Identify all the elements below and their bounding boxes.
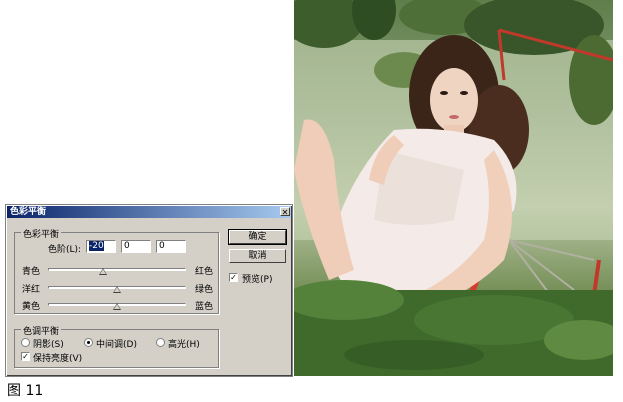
photo-woman-in-garden — [294, 0, 613, 376]
radio-shadows[interactable] — [21, 338, 30, 347]
radio-highlights[interactable] — [156, 338, 165, 347]
photo-illustration — [294, 0, 613, 376]
preserve-luminosity-label[interactable]: 保持亮度(V) — [33, 351, 82, 364]
close-icon[interactable]: ✕ — [280, 207, 290, 217]
level-field-magenta-green[interactable]: 0 — [121, 240, 151, 253]
slider-label-red: 红色 — [195, 267, 214, 277]
radio-highlights-label[interactable]: 高光(H) — [168, 337, 200, 350]
cancel-button[interactable]: 取消 — [229, 249, 286, 263]
figure-caption: 图 11 — [7, 383, 44, 399]
levels-label: 色阶(L): — [48, 245, 82, 255]
color-balance-group: 色彩平衡 色阶(L): -20 0 0 青色 红色 洋红 绿色 黄色 蓝色 — [14, 227, 219, 314]
slider-thumb-magenta-green[interactable] — [113, 286, 121, 293]
slider-thumb-cyan-red[interactable] — [99, 268, 107, 275]
slider-label-green: 绿色 — [195, 285, 214, 295]
preserve-luminosity-checkbox[interactable]: ✓ — [21, 352, 30, 361]
slider-label-magenta: 洋红 — [22, 285, 41, 295]
dialog-titlebar[interactable]: 色彩平衡 ✕ — [7, 206, 291, 218]
radio-shadows-label[interactable]: 阴影(S) — [33, 337, 64, 350]
slider-label-cyan: 青色 — [22, 267, 41, 277]
radio-midtones[interactable] — [84, 338, 93, 347]
preview-label[interactable]: 预览(P) — [242, 272, 272, 285]
preview-checkbox[interactable]: ✓ — [229, 273, 238, 282]
level-field-cyan-red[interactable]: -20 — [86, 240, 116, 253]
slider-label-yellow: 黄色 — [22, 302, 41, 312]
tone-balance-group: 色调平衡 阴影(S) 中间调(D) 高光(H) ✓ 保持亮度(V) — [14, 324, 219, 368]
slider-label-blue: 蓝色 — [195, 302, 214, 312]
level-field-yellow-blue[interactable]: 0 — [156, 240, 186, 253]
color-balance-group-label: 色彩平衡 — [21, 227, 62, 240]
slider-thumb-yellow-blue[interactable] — [113, 303, 121, 310]
dialog-title: 色彩平衡 — [10, 207, 47, 217]
slider-track-cyan-red[interactable] — [48, 268, 186, 271]
tone-balance-group-label: 色调平衡 — [21, 324, 62, 337]
radio-midtones-label[interactable]: 中间调(D) — [96, 337, 137, 350]
ok-button[interactable]: 确定 — [228, 229, 287, 245]
color-balance-dialog: 色彩平衡 ✕ 色彩平衡 色阶(L): -20 0 0 青色 红色 洋红 绿色 黄… — [5, 204, 293, 377]
